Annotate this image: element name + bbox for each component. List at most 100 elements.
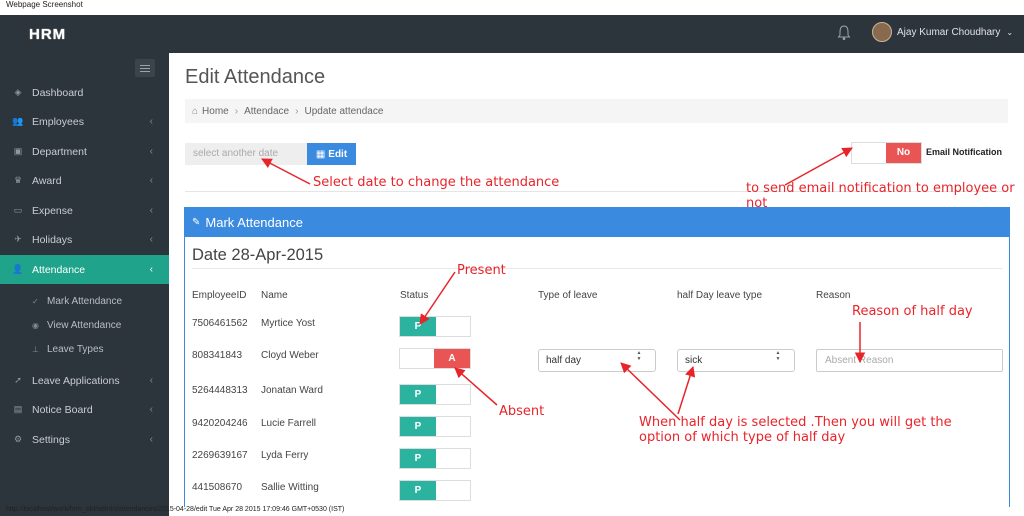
- sidebar-item-dashboard[interactable]: ◈ Dashboard: [0, 78, 169, 107]
- sidebar-item-notice-board[interactable]: ▤ Notice Board ‹: [0, 395, 169, 424]
- sitemap-icon: ⊥: [32, 344, 39, 354]
- money-icon: ▭: [13, 205, 23, 215]
- edit-date-button[interactable]: ▦ Edit: [307, 143, 356, 165]
- employee-name: Lucie Farrell: [261, 418, 317, 429]
- page-title: Edit Attendance: [185, 66, 326, 88]
- clipboard-icon: ▤: [13, 404, 23, 414]
- sidebar-item-employees[interactable]: 👥 Employees ‹: [0, 107, 169, 136]
- plane-icon: ✈: [14, 234, 22, 244]
- sidebar-item-attendance[interactable]: 👤 Attendance ‹: [0, 255, 169, 284]
- user-menu[interactable]: Ajay Kumar Choudhary ⌄: [872, 22, 1013, 42]
- chevron-left-icon: ‹: [149, 146, 153, 157]
- column-header-type-of-leave: Type of leave: [538, 290, 598, 301]
- sidebar-item-expense[interactable]: ▭ Expense ‹: [0, 196, 169, 225]
- trophy-icon: ♛: [13, 175, 23, 185]
- sidebar-subitem-mark-attendance[interactable]: ✓ Mark Attendance: [0, 290, 169, 312]
- sidebar-item-label: Leave Applications: [32, 374, 120, 387]
- annotation-reason: Reason of half day: [852, 304, 973, 319]
- sidebar-item-label: Attendance: [32, 263, 86, 276]
- breadcrumb-home[interactable]: Home: [202, 106, 229, 117]
- sidebar: ◈ Dashboard 👥 Employees ‹ ▣ Department ‹…: [0, 53, 169, 516]
- employee-name: Myrtice Yost: [261, 318, 315, 329]
- employee-id: 2269639167: [192, 450, 248, 461]
- chevron-down-icon: ⌄: [1006, 27, 1014, 37]
- user-name: Ajay Kumar Choudhary: [897, 26, 1001, 38]
- chevron-left-icon: ‹: [149, 375, 153, 386]
- sidebar-item-settings[interactable]: ⚙ Settings ‹: [0, 425, 169, 454]
- edit-button-label: Edit: [328, 148, 348, 160]
- status-present: P: [400, 481, 436, 500]
- employee-id: 5264448313: [192, 385, 248, 396]
- sidebar-subitem-label: View Attendance: [47, 319, 122, 331]
- email-notification-toggle[interactable]: No: [851, 142, 922, 164]
- column-header-half-day-type: half Day leave type: [677, 290, 763, 301]
- eye-icon: ◉: [32, 320, 39, 330]
- avatar: [872, 22, 892, 42]
- chevron-left-icon: ‹: [149, 434, 153, 445]
- annotation-half-day: When half day is selected .Then you will…: [639, 415, 952, 445]
- sidebar-item-label: Award: [32, 174, 62, 187]
- annotation-absent: Absent: [499, 404, 545, 419]
- arrow-email: [784, 147, 853, 186]
- status-toggle[interactable]: P: [399, 384, 471, 405]
- sidebar-subitem-leave-types[interactable]: ⊥ Leave Types: [0, 338, 169, 360]
- briefcase-icon: ▣: [13, 146, 23, 156]
- attendance-date-heading: Date 28-Apr-2015: [192, 246, 324, 264]
- column-header-status: Status: [400, 290, 429, 301]
- status-present: P: [400, 449, 436, 468]
- check-icon: ✓: [32, 296, 39, 306]
- employee-id: 808341843: [192, 350, 243, 361]
- sidebar-subitem-view-attendance[interactable]: ◉ View Attendance: [0, 314, 169, 336]
- brand-logo[interactable]: HRM: [29, 26, 66, 43]
- status-toggle[interactable]: P: [399, 416, 471, 437]
- select-arrows-icon: ▲▼: [636, 350, 642, 362]
- breadcrumb-current: Update attendace: [304, 105, 384, 117]
- status-present: P: [400, 317, 436, 336]
- sidebar-subitem-label: Leave Types: [47, 343, 104, 355]
- sidebar-item-award[interactable]: ♛ Award ‹: [0, 166, 169, 195]
- mark-attendance-panel: ✎ Mark Attendance Date 28-Apr-2015 Emplo…: [184, 207, 1010, 507]
- employee-name: Sallie Witting: [261, 482, 319, 493]
- sidebar-item-label: Settings: [32, 433, 70, 446]
- half-day-type-value: sick: [685, 355, 703, 366]
- divider: [192, 268, 1002, 269]
- panel-header: ✎ Mark Attendance: [185, 208, 1009, 237]
- breadcrumb-separator: ›: [295, 105, 299, 117]
- date-picker-input[interactable]: select another date: [185, 143, 307, 165]
- status-toggle[interactable]: A: [399, 348, 471, 369]
- sidebar-item-holidays[interactable]: ✈ Holidays ‹: [0, 225, 169, 254]
- menu-toggle-icon[interactable]: [135, 59, 155, 77]
- employee-name: Cloyd Weber: [261, 350, 319, 361]
- sidebar-item-label: Department: [32, 145, 87, 158]
- status-toggle[interactable]: P: [399, 480, 471, 501]
- employee-id: 7506461562: [192, 318, 248, 329]
- sidebar-item-department[interactable]: ▣ Department ‹: [0, 137, 169, 166]
- sidebar-item-label: Dashboard: [32, 86, 84, 99]
- breadcrumb-attendance[interactable]: Attendace: [244, 106, 289, 117]
- status-bar-url: http://localhost/work/hrm_old/admin/atte…: [6, 506, 345, 513]
- status-toggle[interactable]: P: [399, 316, 471, 337]
- user-icon: 👤: [12, 264, 24, 274]
- status-toggle[interactable]: P: [399, 448, 471, 469]
- absent-reason-input[interactable]: Absent Reason: [816, 349, 1003, 372]
- chevron-left-icon: ‹: [149, 264, 153, 275]
- toggle-no: No: [886, 143, 921, 163]
- chevron-left-icon: ‹: [149, 116, 153, 127]
- top-navbar: HRM Ajay Kumar Choudhary ⌄: [0, 15, 1024, 53]
- employee-name: Jonatan Ward: [261, 385, 323, 396]
- edit-icon: ✎: [192, 217, 201, 228]
- half-day-type-select[interactable]: sick ▲▼: [677, 349, 795, 372]
- breadcrumb: ⌂ Home › Attendace › Update attendace: [185, 99, 1008, 123]
- sidebar-item-label: Expense: [32, 204, 73, 217]
- annotation-email: to send email notification to employee o…: [746, 181, 1015, 211]
- sidebar-item-leave-applications[interactable]: ➚ Leave Applications ‹: [0, 366, 169, 395]
- sidebar-subitem-label: Mark Attendance: [47, 295, 123, 307]
- employee-name: Lyda Ferry: [261, 450, 309, 461]
- status-absent: A: [434, 349, 470, 368]
- sidebar-item-label: Notice Board: [32, 403, 93, 416]
- users-icon: 👥: [12, 116, 24, 126]
- status-present: P: [400, 417, 436, 436]
- bell-icon[interactable]: [837, 25, 851, 41]
- leave-type-select[interactable]: half day ▲▼: [538, 349, 656, 372]
- chevron-left-icon: ‹: [149, 234, 153, 245]
